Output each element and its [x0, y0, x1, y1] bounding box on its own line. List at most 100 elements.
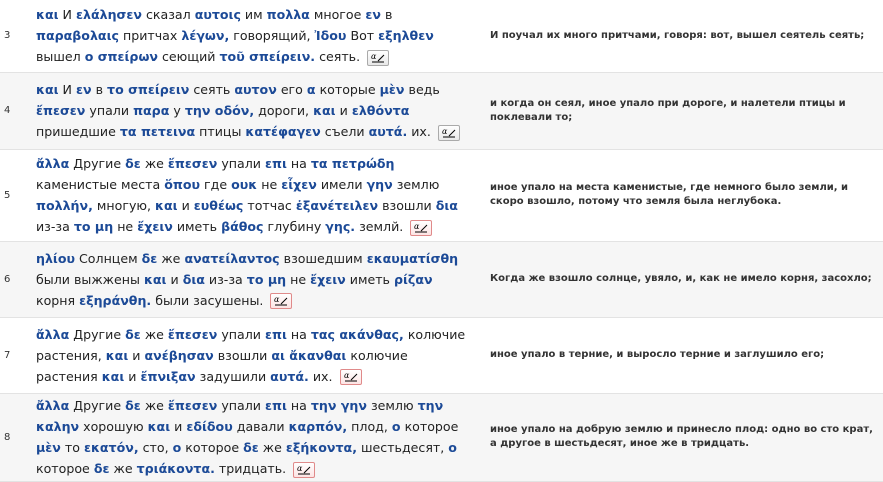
greek-word-link[interactable]: ἄλλα — [36, 398, 69, 413]
greek-word-link[interactable]: ἐξανέτειλεν — [296, 198, 378, 213]
greek-word-link[interactable]: δε — [243, 440, 259, 455]
svg-text:α: α — [297, 464, 303, 473]
greek-word-link[interactable]: αυτοις — [195, 7, 241, 22]
note-button[interactable]: α — [270, 293, 293, 309]
greek-word-link[interactable]: εἶχεν — [281, 177, 317, 192]
greek-word-link[interactable]: πολλα — [267, 7, 310, 22]
greek-word-link[interactable]: ευθέως — [194, 198, 244, 213]
greek-word-link[interactable]: επι — [265, 156, 287, 171]
greek-word-link[interactable]: και — [36, 7, 59, 22]
greek-word-link[interactable]: το μη — [247, 272, 286, 287]
greek-word-link[interactable]: ανέβησαν — [144, 348, 213, 363]
greek-word-link[interactable]: και — [144, 272, 167, 287]
greek-word-link[interactable]: ηλίου — [36, 251, 75, 266]
greek-word-link[interactable]: εκατόν, — [84, 440, 139, 455]
greek-word-link[interactable]: την οδόν, — [185, 103, 254, 118]
greek-word-link[interactable]: ο — [173, 440, 182, 455]
greek-word-link[interactable]: ο — [392, 419, 401, 434]
russian-word: взошли — [382, 198, 432, 213]
greek-word-link[interactable]: εν — [365, 7, 381, 22]
greek-word-link[interactable]: επι — [265, 327, 287, 342]
verse-number: 7 — [4, 349, 11, 361]
greek-word-link[interactable]: βάθος — [221, 219, 263, 234]
note-button[interactable]: α — [437, 124, 460, 141]
greek-word-link[interactable]: Ἰδου — [315, 28, 347, 43]
greek-word-link[interactable]: ανατείλαντος — [184, 251, 279, 266]
greek-word-link[interactable]: μὲν — [380, 82, 405, 97]
greek-word-link[interactable]: ὅπου — [164, 177, 200, 192]
greek-word-link[interactable]: τοῦ σπείρειν. — [220, 49, 316, 64]
greek-word-link[interactable]: αι ἄκανθαι — [271, 348, 346, 363]
greek-word-link[interactable]: δε — [125, 398, 141, 413]
greek-word-link[interactable]: πολλήν, — [36, 198, 93, 213]
russian-word: притчах — [122, 28, 178, 44]
greek-word-link[interactable]: το σπείρειν — [107, 82, 189, 97]
greek-word-link[interactable]: ἔχειν — [137, 219, 173, 234]
greek-word-link[interactable]: εδίδου — [186, 419, 232, 434]
russian-word: сеющий — [161, 49, 216, 65]
greek-word-link[interactable]: καρπόν, — [289, 419, 348, 434]
greek-word-link[interactable]: ἔχειν — [310, 272, 346, 287]
note-button[interactable]: α — [293, 461, 316, 478]
greek-word-link[interactable]: δε — [125, 156, 141, 171]
greek-word-link[interactable]: ελθόντα — [352, 103, 410, 118]
greek-word-link[interactable]: δια — [183, 272, 205, 287]
greek-word-link[interactable]: γης. — [325, 219, 355, 234]
greek-word-link[interactable]: εκαυματίσθη — [367, 251, 458, 266]
greek-word-link[interactable]: ἔπεσεν — [168, 156, 217, 171]
greek-word-link[interactable]: ο σπείρων — [85, 49, 158, 64]
greek-word-link[interactable]: δε — [125, 327, 141, 342]
greek-word-link[interactable]: γην — [367, 177, 393, 192]
note-button[interactable]: α — [367, 49, 390, 66]
greek-word-link[interactable]: ἄλλα — [36, 327, 69, 342]
russian-word: же — [144, 156, 164, 171]
greek-word-link[interactable]: α — [307, 82, 316, 97]
russian-word: на — [290, 326, 307, 342]
greek-word-link[interactable]: ουκ — [231, 177, 257, 192]
greek-word-link[interactable]: και — [36, 82, 59, 97]
greek-word-link[interactable]: ἔπεσεν — [36, 103, 85, 118]
greek-word-link[interactable]: ἔπνιξαν — [140, 369, 195, 384]
greek-word-link[interactable]: ἄλλα — [36, 156, 69, 171]
greek-word-link[interactable]: αυτά. — [270, 369, 309, 384]
greek-word-link[interactable]: παραβολαις — [36, 28, 119, 43]
greek-word-link[interactable]: και — [313, 103, 336, 118]
russian-word: и — [181, 198, 190, 213]
greek-word-link[interactable]: ο — [448, 440, 457, 455]
note-button[interactable]: α — [410, 219, 433, 236]
greek-word-link[interactable]: παρα — [133, 103, 169, 118]
greek-word-link[interactable]: και — [106, 348, 129, 363]
greek-word-link[interactable]: αυτον — [234, 82, 276, 97]
greek-word-link[interactable]: εξήκοντα, — [286, 440, 357, 455]
russian-word: из-за — [36, 219, 70, 234]
russian-word: тридцать. — [218, 461, 287, 476]
greek-word-link[interactable]: δε — [94, 461, 110, 476]
greek-word-link[interactable]: ἔπεσεν — [168, 398, 217, 413]
greek-word-link[interactable]: ρίζαν — [394, 272, 433, 287]
greek-word-link[interactable]: δια — [436, 198, 458, 213]
alpha-note-icon: α — [274, 295, 288, 306]
greek-word-link[interactable]: δε — [142, 251, 158, 266]
greek-word-link[interactable]: τριάκοντα. — [137, 461, 215, 476]
greek-word-link[interactable]: ελάλησεν — [76, 7, 142, 22]
russian-word: сеять. — [319, 49, 361, 65]
greek-word-link[interactable]: επι — [265, 398, 287, 413]
greek-word-link[interactable]: την γην — [311, 398, 367, 413]
greek-word-link[interactable]: κατέφαγεν — [245, 124, 320, 139]
greek-word-link[interactable]: το μη — [74, 219, 113, 234]
russian-word: землю — [370, 398, 414, 413]
greek-word-link[interactable]: και — [148, 419, 171, 434]
greek-word-link[interactable]: εξηλθεν — [378, 28, 434, 43]
greek-word-link[interactable]: και — [102, 369, 125, 384]
greek-word-link[interactable]: εν — [76, 82, 92, 97]
note-button[interactable]: α — [339, 369, 362, 385]
greek-word-link[interactable]: εξηράνθη. — [79, 293, 151, 308]
greek-word-link[interactable]: τα πετρώδη — [311, 156, 395, 171]
greek-word-link[interactable]: ἔπεσεν — [168, 327, 217, 342]
greek-word-link[interactable]: τα πετεινα — [120, 124, 195, 139]
greek-word-link[interactable]: και — [155, 198, 178, 213]
greek-word-link[interactable]: τας ακάνθας, — [311, 327, 404, 342]
greek-word-link[interactable]: λέγων, — [181, 28, 229, 43]
greek-word-link[interactable]: μὲν — [36, 440, 61, 455]
greek-word-link[interactable]: αυτά. — [369, 124, 408, 139]
